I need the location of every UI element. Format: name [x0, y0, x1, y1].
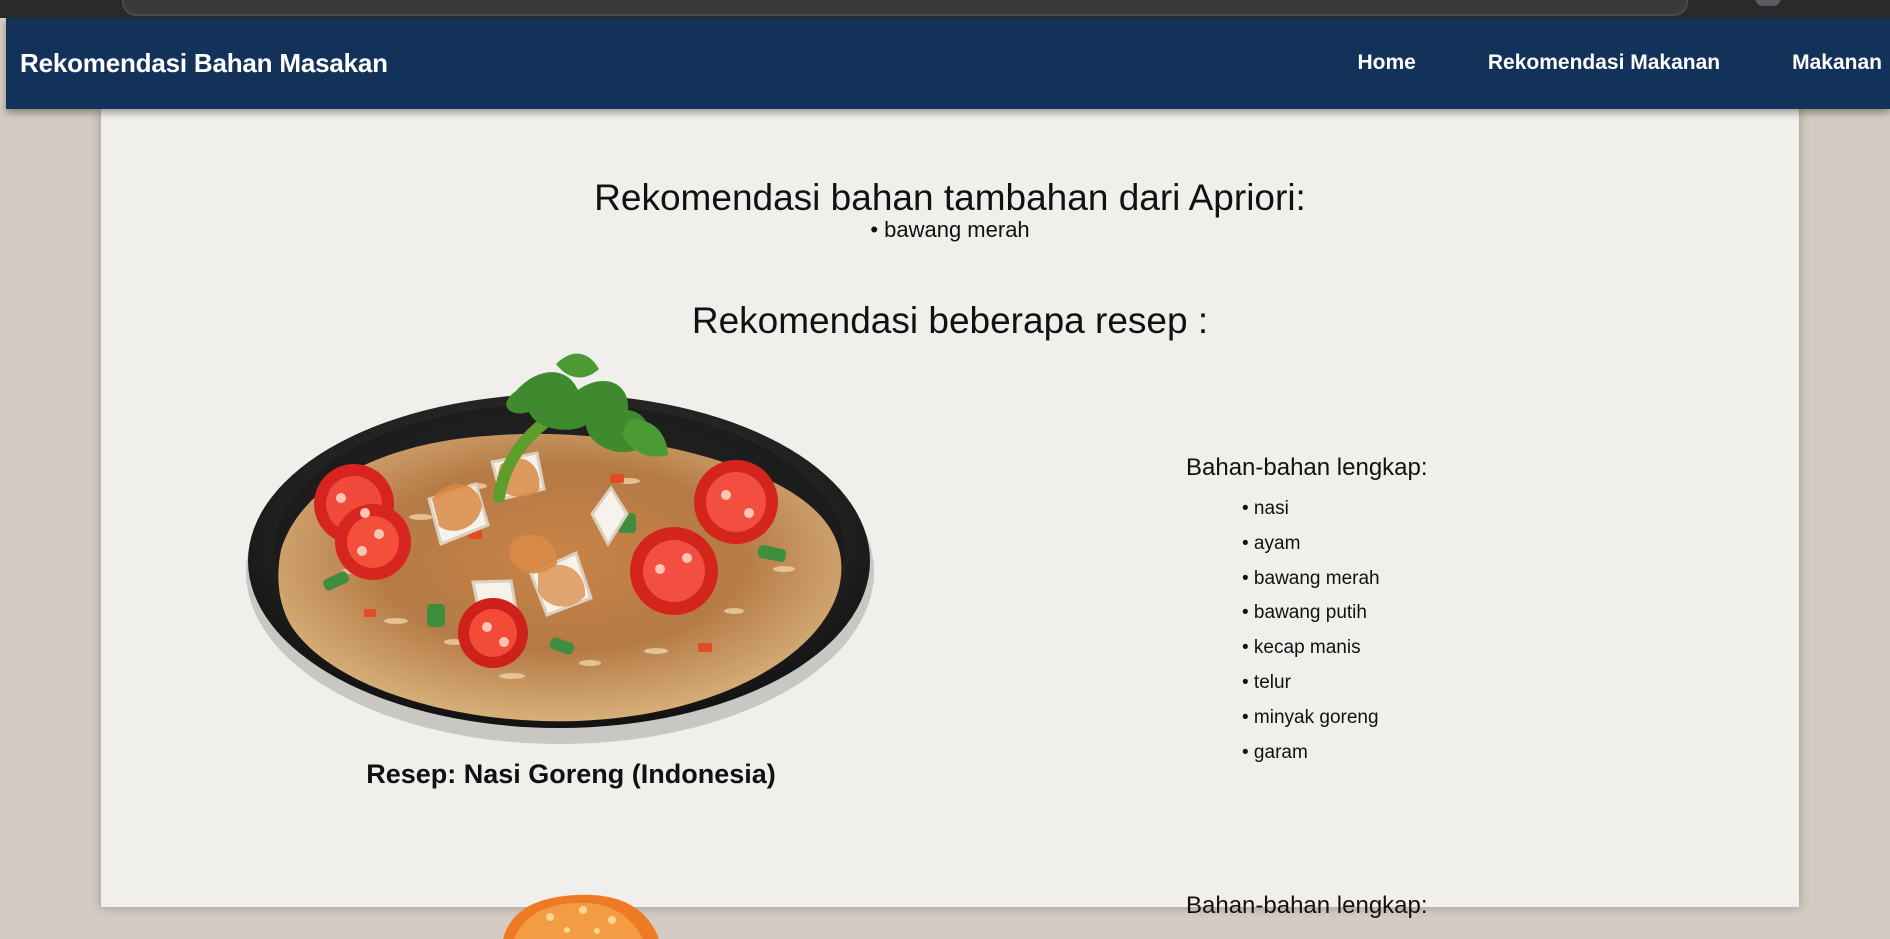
apriori-title: Rekomendasi bahan tambahan dari Apriori:	[594, 176, 1306, 218]
nav-links: Home Rekomendasi Makanan Makanan	[1358, 51, 1883, 75]
page-shell: Rekomendasi Bahan Masakan Home Rekomenda…	[6, 18, 1890, 939]
dish-image-nasi-goreng	[246, 353, 874, 744]
ingredient-item: • ayam	[1242, 532, 1301, 554]
ingredient-item: • nasi	[1242, 498, 1289, 519]
brand-title[interactable]: Rekomendasi Bahan Masakan	[20, 48, 388, 79]
browser-profile-icon[interactable]	[1755, 0, 1781, 6]
ingredient-list: • nasi • ayam • bawang merah • bawang pu…	[1186, 492, 1606, 770]
browser-top-bar	[0, 0, 1890, 18]
apriori-ingredient: • bawang merah	[870, 217, 1030, 242]
recipe-name: Resep: Nasi Goreng (Indonesia)	[366, 759, 776, 789]
ingredient-item: • bawang merah	[1242, 567, 1380, 589]
ingredient-item: • minyak goreng	[1242, 706, 1379, 728]
ingredient-item: • telur	[1242, 671, 1291, 693]
ingredient-item: • kecap manis	[1242, 637, 1361, 659]
second-ingredients-title: Bahan-bahan lengkap:	[1186, 892, 1428, 919]
ingredients-title: Bahan-bahan lengkap:	[1186, 454, 1428, 481]
main-content: Rekomendasi bahan tambahan dari Apriori:…	[101, 109, 1799, 939]
nav-link-home[interactable]: Home	[1358, 51, 1416, 75]
ingredients-panel: Bahan-bahan lengkap: • nasi • ayam • baw…	[1186, 454, 1606, 770]
dish-image-second	[503, 894, 659, 939]
navbar: Rekomendasi Bahan Masakan Home Rekomenda…	[6, 18, 1890, 109]
ingredient-item: • bawang putih	[1242, 602, 1367, 624]
browser-address-bar[interactable]	[122, 0, 1688, 16]
recipes-title: Rekomendasi beberapa resep :	[691, 299, 1209, 341]
apriori-ingredient-list: • bawang merah	[101, 217, 1799, 243]
nav-link-makanan[interactable]: Makanan	[1792, 51, 1882, 75]
recipe-card: Resep: Nasi Goreng (Indonesia)	[236, 339, 886, 799]
ingredient-item: • garam	[1242, 741, 1308, 763]
nav-link-rekomendasi-makanan[interactable]: Rekomendasi Makanan	[1488, 51, 1720, 75]
